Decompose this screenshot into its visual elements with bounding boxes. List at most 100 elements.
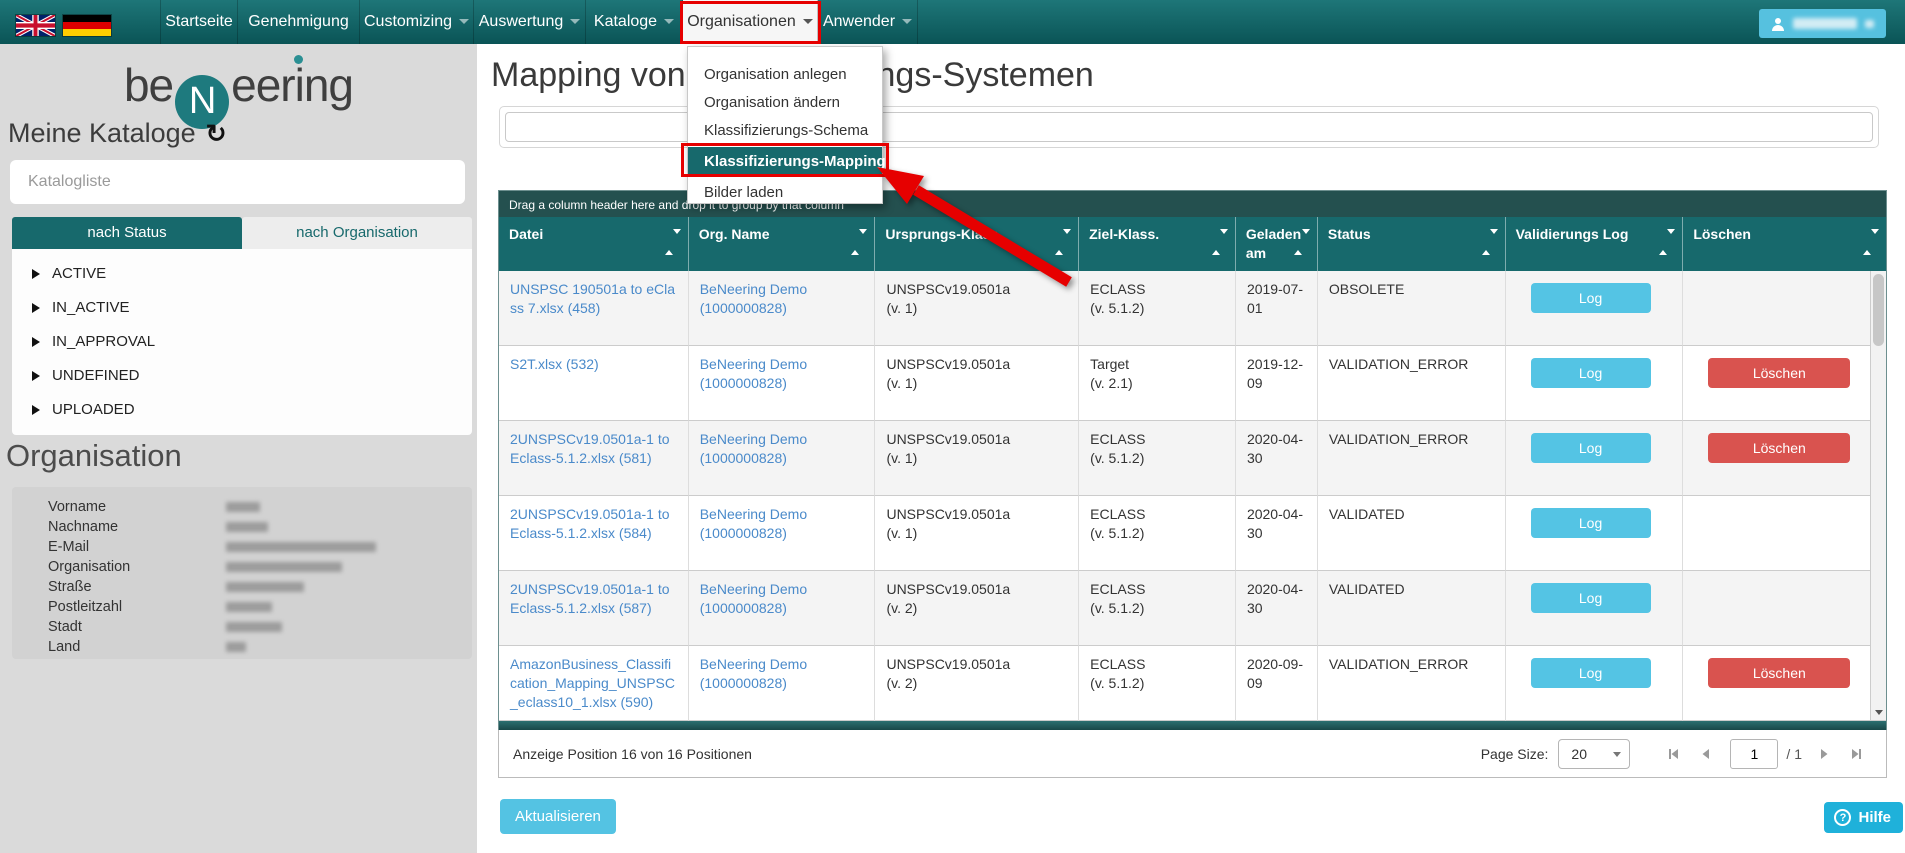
- chevron-down-icon: [570, 19, 580, 24]
- sort-icon[interactable]: [1659, 233, 1675, 252]
- column-header-status[interactable]: Status: [1318, 217, 1506, 271]
- first-page-icon[interactable]: [1663, 743, 1685, 765]
- log-button[interactable]: Log: [1531, 508, 1651, 538]
- user-account-button[interactable]: [1759, 9, 1886, 38]
- tree-expand-icon[interactable]: [32, 371, 40, 381]
- log-button[interactable]: Log: [1531, 433, 1651, 463]
- sort-icon[interactable]: [1294, 233, 1310, 252]
- status-cell: OBSOLETE: [1318, 271, 1506, 346]
- tree-item-uploaded[interactable]: UPLOADED: [12, 393, 472, 427]
- menu-item-organisation-aendern[interactable]: Organisation ändern: [688, 89, 882, 117]
- menu-item-klassifizierungs-schema[interactable]: Klassifizierungs-Schema: [688, 117, 882, 145]
- menu-item-bilder-laden[interactable]: Bilder laden: [688, 179, 882, 207]
- page-size-select[interactable]: 20: [1558, 739, 1630, 769]
- aktualisieren-button[interactable]: Aktualisieren: [500, 799, 616, 834]
- nav-item-anwender[interactable]: Anwender: [818, 0, 918, 44]
- last-page-icon[interactable]: [1845, 743, 1867, 765]
- file-link[interactable]: AmazonBusiness_Classification_Mapping_UN…: [510, 655, 677, 712]
- nav-item-organisationen[interactable]: Organisationen: [683, 0, 818, 44]
- organisation-heading: Organisation: [6, 438, 182, 474]
- sort-icon[interactable]: [1055, 233, 1071, 252]
- redacted-value: [226, 502, 260, 512]
- status-cell: VALIDATION_ERROR: [1318, 346, 1506, 421]
- org-link[interactable]: BeNeering Demo(1000000828): [700, 280, 864, 318]
- tree-item-undefined[interactable]: UNDEFINED: [12, 359, 472, 393]
- tree-expand-icon[interactable]: [32, 405, 40, 415]
- redacted-value: [226, 582, 304, 592]
- tree-expand-icon[interactable]: [32, 303, 40, 313]
- tree-expand-icon[interactable]: [32, 269, 40, 279]
- log-button[interactable]: Log: [1531, 283, 1651, 313]
- menu-item-klassifizierungs-mapping[interactable]: Klassifizierungs-Mapping: [688, 147, 882, 177]
- source-class-cell: UNSPSCv19.0501a(v. 1): [875, 271, 1079, 346]
- file-link[interactable]: 2UNSPSCv19.0501a-1 to Eclass-5.1.2.xlsx …: [510, 430, 677, 468]
- column-header-datei[interactable]: Datei: [499, 217, 689, 271]
- vertical-scrollbar[interactable]: [1870, 271, 1886, 720]
- column-header-loeschen[interactable]: Löschen: [1683, 217, 1886, 271]
- refresh-icon[interactable]: ↻: [206, 120, 227, 148]
- file-link[interactable]: 2UNSPSCv19.0501a-1 to Eclass-5.1.2.xlsx …: [510, 505, 677, 543]
- menu-item-organisation-anlegen[interactable]: Organisation anlegen: [688, 61, 882, 89]
- target-class-cell: ECLASS(v. 5.1.2): [1079, 571, 1236, 646]
- file-link[interactable]: S2T.xlsx (532): [510, 355, 677, 374]
- redacted-value: [226, 642, 246, 652]
- previous-page-icon[interactable]: [1695, 743, 1717, 765]
- tree-item-in-approval[interactable]: IN_APPROVAL: [12, 325, 472, 359]
- sort-icon[interactable]: [851, 233, 867, 252]
- nav-item-customizing[interactable]: Customizing: [360, 0, 474, 44]
- table-row: UNSPSC 190501a to eClass 7.xlsx (458) Be…: [499, 271, 1886, 346]
- file-link[interactable]: 2UNSPSCv19.0501a-1 to Eclass-5.1.2.xlsx …: [510, 580, 677, 618]
- loaded-date-cell: 2019-07-01: [1236, 271, 1318, 346]
- catalog-filter-input[interactable]: [10, 160, 465, 204]
- page-number-input[interactable]: [1730, 739, 1778, 769]
- uk-flag-icon[interactable]: [15, 14, 56, 37]
- tree-expand-icon[interactable]: [32, 337, 40, 347]
- delete-button[interactable]: Löschen: [1708, 433, 1850, 463]
- logo-text-pre: be: [124, 59, 173, 111]
- org-link[interactable]: BeNeering Demo(1000000828): [700, 430, 864, 468]
- nav-item-startseite[interactable]: Startseite: [160, 0, 238, 44]
- scroll-down-button[interactable]: [1871, 704, 1886, 720]
- redacted-value: [226, 522, 268, 532]
- column-header-ursprungs-klass[interactable]: Ursprungs-Klass.: [875, 217, 1079, 271]
- org-link[interactable]: BeNeering Demo(1000000828): [700, 505, 864, 543]
- delete-button[interactable]: Löschen: [1708, 658, 1850, 688]
- help-button[interactable]: ? Hilfe: [1824, 802, 1903, 833]
- nav-item-genehmigung[interactable]: Genehmigung: [238, 0, 360, 44]
- chevron-down-icon: [902, 19, 912, 24]
- nav-item-kataloge[interactable]: Kataloge: [586, 0, 683, 44]
- status-cell: VALIDATED: [1318, 571, 1506, 646]
- tab-nach-organisation[interactable]: nach Organisation: [242, 217, 472, 249]
- tab-nach-status[interactable]: nach Status: [12, 217, 242, 249]
- file-link[interactable]: UNSPSC 190501a to eClass 7.xlsx (458): [510, 280, 677, 318]
- chevron-down-icon: [1613, 752, 1621, 757]
- question-mark-icon: ?: [1834, 809, 1851, 826]
- sort-icon[interactable]: [1863, 233, 1879, 252]
- log-button[interactable]: Log: [1531, 658, 1651, 688]
- tree-item-in-active[interactable]: IN_ACTIVE: [12, 291, 472, 325]
- column-header-validierungs-log[interactable]: Validierungs Log: [1506, 217, 1684, 271]
- nav-item-label: Startseite: [165, 13, 233, 30]
- log-button[interactable]: Log: [1531, 583, 1651, 613]
- nav-item-auswertung[interactable]: Auswertung: [474, 0, 586, 44]
- scrollbar-thumb[interactable]: [1873, 274, 1884, 346]
- page-total-text: / 1: [1786, 746, 1802, 762]
- next-page-icon[interactable]: [1813, 743, 1835, 765]
- column-header-org-name[interactable]: Org. Name: [689, 217, 876, 271]
- org-link[interactable]: BeNeering Demo(1000000828): [700, 355, 864, 393]
- sort-icon[interactable]: [665, 233, 681, 252]
- sort-icon[interactable]: [1482, 233, 1498, 252]
- tree-item-active[interactable]: ACTIVE: [12, 257, 472, 291]
- org-link[interactable]: BeNeering Demo(1000000828): [700, 580, 864, 618]
- source-class-cell: UNSPSCv19.0501a(v. 2): [875, 571, 1079, 646]
- column-header-geladen-am[interactable]: Geladen am: [1236, 217, 1318, 271]
- column-header-ziel-klass[interactable]: Ziel-Klass.: [1079, 217, 1236, 271]
- grid-header-row: Datei Org. Name Ursprungs-Klass. Ziel-Kl…: [499, 217, 1886, 271]
- target-class-cell: ECLASS(v. 5.1.2): [1079, 646, 1236, 721]
- sort-icon[interactable]: [1212, 233, 1228, 252]
- org-link[interactable]: BeNeering Demo(1000000828): [700, 655, 864, 693]
- grid-pager: Anzeige Position 16 von 16 Positionen Pa…: [498, 730, 1887, 778]
- log-button[interactable]: Log: [1531, 358, 1651, 388]
- german-flag-icon[interactable]: [62, 14, 112, 37]
- delete-button[interactable]: Löschen: [1708, 358, 1850, 388]
